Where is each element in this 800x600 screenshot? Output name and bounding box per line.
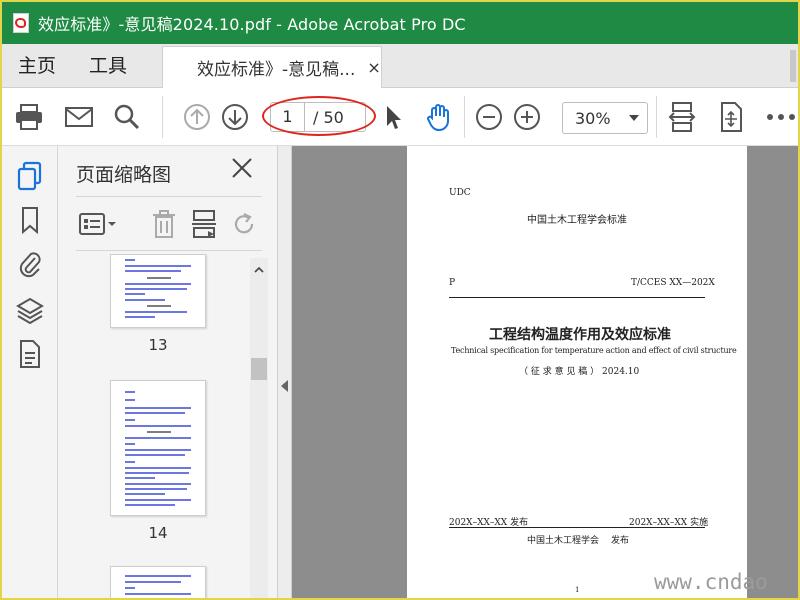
print-icon[interactable] bbox=[12, 100, 46, 134]
mail-icon[interactable] bbox=[62, 100, 96, 134]
select-pointer-icon[interactable] bbox=[376, 100, 410, 134]
previous-page-icon[interactable] bbox=[180, 100, 214, 134]
page-thumbnail[interactable] bbox=[110, 380, 206, 516]
toolbar-separator bbox=[464, 96, 465, 138]
thumbnail-options-menu-icon[interactable] bbox=[76, 208, 120, 240]
more-options-icon[interactable] bbox=[764, 100, 798, 134]
header-rule bbox=[449, 297, 705, 298]
page-thumbnails-panel: 页面缩略图 13 14 bbox=[58, 146, 278, 598]
bookmark-icon[interactable] bbox=[14, 204, 46, 236]
zoom-out-icon[interactable] bbox=[472, 100, 506, 134]
udc-label: UDC bbox=[449, 188, 471, 198]
tab-scroll-indicator bbox=[790, 50, 796, 82]
panel-divider bbox=[76, 196, 262, 197]
collapse-arrow-icon bbox=[281, 380, 288, 392]
thumbnail-list: 13 14 bbox=[76, 254, 262, 598]
close-icon[interactable] bbox=[230, 156, 254, 180]
thumbnail-page-label: 14 bbox=[148, 524, 168, 542]
document-viewer: UDC 中国土木工程学会标准 P T/CCES XX—202X 工程结构温度作用… bbox=[292, 146, 798, 598]
thumbnail-scrollbar[interactable] bbox=[250, 258, 268, 598]
hand-tool-icon[interactable] bbox=[422, 100, 456, 134]
window-title: 效应标准》-意见稿2024.10.pdf - Adobe Acrobat Pro… bbox=[38, 15, 466, 34]
panel-collapse-handle[interactable] bbox=[278, 146, 292, 598]
watermark-text: www.cndao bbox=[654, 570, 768, 594]
menu-home[interactable]: 主页 bbox=[18, 44, 56, 88]
thumbnail-page-label: 13 bbox=[148, 336, 168, 354]
publisher: 中国土木工程学会 bbox=[527, 536, 600, 546]
document-title-en: Technical specification for temperature … bbox=[451, 346, 737, 355]
acrobat-app-icon bbox=[10, 12, 32, 34]
tab-close-button[interactable]: × bbox=[367, 58, 380, 77]
panel-title: 页面缩略图 bbox=[76, 164, 172, 186]
menu-tools[interactable]: 工具 bbox=[89, 44, 127, 88]
fit-width-icon[interactable] bbox=[665, 100, 699, 134]
zoom-level-select[interactable]: 30% bbox=[562, 102, 648, 134]
toolbar-separator bbox=[656, 96, 657, 138]
menu-tab-bar: 主页 工具 效应标准》-意见稿... × bbox=[2, 44, 798, 88]
chevron-down-icon bbox=[629, 115, 639, 121]
panel-divider bbox=[76, 250, 262, 251]
org-header: 中国土木工程学会标准 bbox=[527, 215, 627, 226]
layers-icon[interactable] bbox=[14, 294, 46, 326]
toolbar-separator bbox=[162, 96, 163, 138]
fit-page-icon[interactable] bbox=[714, 100, 748, 134]
document-tab[interactable]: 效应标准》-意见稿... × bbox=[162, 46, 382, 88]
publish-word: 发布 bbox=[611, 536, 630, 546]
zoom-level-value: 30% bbox=[575, 108, 611, 128]
main-toolbar: 1 / 50 30% bbox=[2, 88, 798, 146]
rotate-page-icon[interactable] bbox=[228, 208, 260, 240]
scroll-up-icon[interactable] bbox=[253, 264, 265, 276]
pdf-page: UDC 中国土木工程学会标准 P T/CCES XX—202X 工程结构温度作用… bbox=[407, 146, 747, 598]
thumbnail-tools bbox=[76, 204, 262, 244]
next-page-icon[interactable] bbox=[218, 100, 252, 134]
footer-rule bbox=[449, 527, 705, 528]
document-tab-label: 效应标准》-意见稿... bbox=[197, 60, 356, 80]
highlight-circle-annotation bbox=[262, 96, 376, 136]
standard-code: T/CCES XX—202X bbox=[631, 278, 715, 288]
page-thumbnails-icon[interactable] bbox=[14, 160, 46, 192]
title-bar: 效应标准》-意见稿2024.10.pdf - Adobe Acrobat Pro… bbox=[2, 2, 798, 44]
page-thumbnail[interactable] bbox=[110, 254, 206, 328]
draft-label: （ 征 求 意 见 稿 ） 2024.10 bbox=[519, 367, 640, 377]
p-label: P bbox=[449, 278, 456, 288]
page-thumbnail[interactable] bbox=[110, 566, 206, 598]
page-number: 1 bbox=[575, 586, 580, 594]
document-properties-icon[interactable] bbox=[14, 338, 46, 370]
attachment-icon[interactable] bbox=[14, 248, 46, 280]
scrollbar-thumb[interactable] bbox=[251, 358, 267, 380]
app-window: 效应标准》-意见稿2024.10.pdf - Adobe Acrobat Pro… bbox=[0, 0, 800, 600]
delete-page-icon[interactable] bbox=[148, 208, 180, 240]
search-icon[interactable] bbox=[110, 100, 144, 134]
zoom-in-icon[interactable] bbox=[510, 100, 544, 134]
insert-page-icon[interactable] bbox=[188, 208, 220, 240]
left-navigation-rail bbox=[2, 146, 58, 598]
document-title-cn: 工程结构温度作用及效应标准 bbox=[489, 327, 671, 343]
